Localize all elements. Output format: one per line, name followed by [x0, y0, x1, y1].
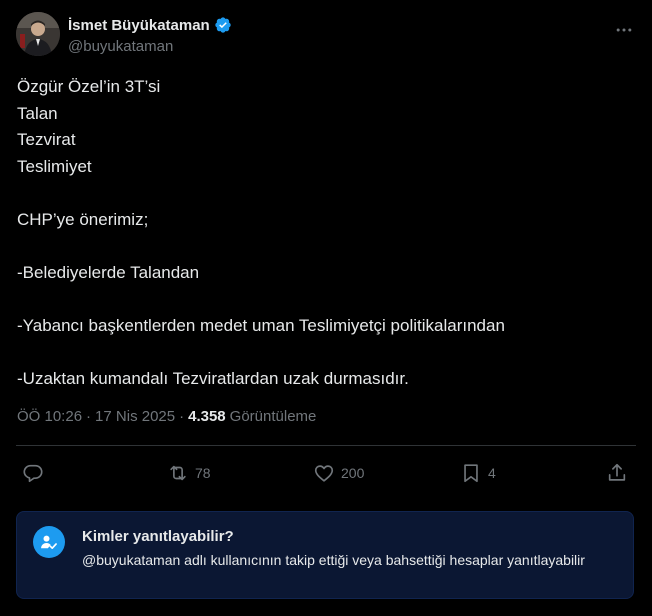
tweet-line: -Belediyelerde Talandan	[17, 262, 200, 282]
views-label: Görüntüleme	[229, 408, 317, 425]
tweet-line: Tezvirat	[17, 130, 76, 149]
reply-restriction-title: Kimler yanıtlayabilir?	[82, 528, 234, 545]
avatar[interactable]	[16, 12, 60, 56]
divider	[16, 445, 636, 446]
tweet-time[interactable]: ÖÖ 10:26	[17, 408, 82, 425]
tweet-line: -Yabancı başkentlerden medet uman Teslim…	[17, 315, 505, 335]
reply-restriction-icon	[33, 526, 65, 558]
views-count[interactable]: 4.358	[188, 408, 226, 425]
like-count: 200	[341, 465, 365, 481]
reply-icon	[23, 464, 43, 483]
tweet-line: -Uzaktan kumandalı Tezviratlardan uzak d…	[17, 368, 409, 388]
reply-button[interactable]	[22, 456, 44, 490]
name-row: İsmet Büyükataman	[68, 15, 232, 35]
more-dots-icon	[616, 28, 632, 32]
action-bar: 78 200 4	[16, 456, 636, 490]
retweet-button[interactable]: 78	[167, 456, 211, 490]
tweet-meta: ÖÖ 10:26 · 17 Nis 2025 · 4.358 Görüntüle…	[17, 408, 316, 425]
tweet-text: Özgür Özel’in 3T’si Talan Tezvirat Tesli…	[17, 74, 632, 392]
tweet-header: İsmet Büyükataman @buyukataman	[16, 12, 636, 60]
author-handle[interactable]: @buyukataman	[68, 38, 173, 55]
like-button[interactable]: 200	[313, 456, 364, 490]
bookmark-button[interactable]: 4	[460, 456, 496, 490]
verified-badge-icon	[214, 16, 232, 34]
display-name[interactable]: İsmet Büyükataman	[68, 17, 210, 34]
tweet: İsmet Büyükataman @buyukataman Özgür Öze…	[0, 0, 652, 616]
bookmark-count: 4	[488, 465, 496, 481]
reply-restriction-description: @buyukataman adlı kullanıcının takip ett…	[82, 552, 585, 568]
user-check-icon	[41, 535, 57, 549]
bookmark-icon	[464, 464, 478, 483]
tweet-date[interactable]: 17 Nis 2025	[95, 408, 175, 425]
tweet-line: Talan	[17, 103, 58, 123]
meta-separator: ·	[179, 408, 185, 425]
tweet-line: CHP’ye önerimiz;	[17, 209, 149, 229]
share-icon	[608, 463, 626, 481]
tweet-line: Özgür Özel’in 3T’si	[17, 77, 161, 96]
more-options-button[interactable]	[612, 18, 636, 42]
tweet-line: Teslimiyet	[17, 156, 92, 176]
reply-restriction-notice: Kimler yanıtlayabilir? @buyukataman adlı…	[16, 511, 634, 599]
retweet-count: 78	[195, 465, 211, 481]
share-button[interactable]	[606, 456, 628, 490]
meta-separator: ·	[86, 408, 92, 425]
heart-icon	[314, 465, 334, 482]
avatar-image	[16, 12, 60, 56]
retweet-icon	[170, 465, 186, 481]
